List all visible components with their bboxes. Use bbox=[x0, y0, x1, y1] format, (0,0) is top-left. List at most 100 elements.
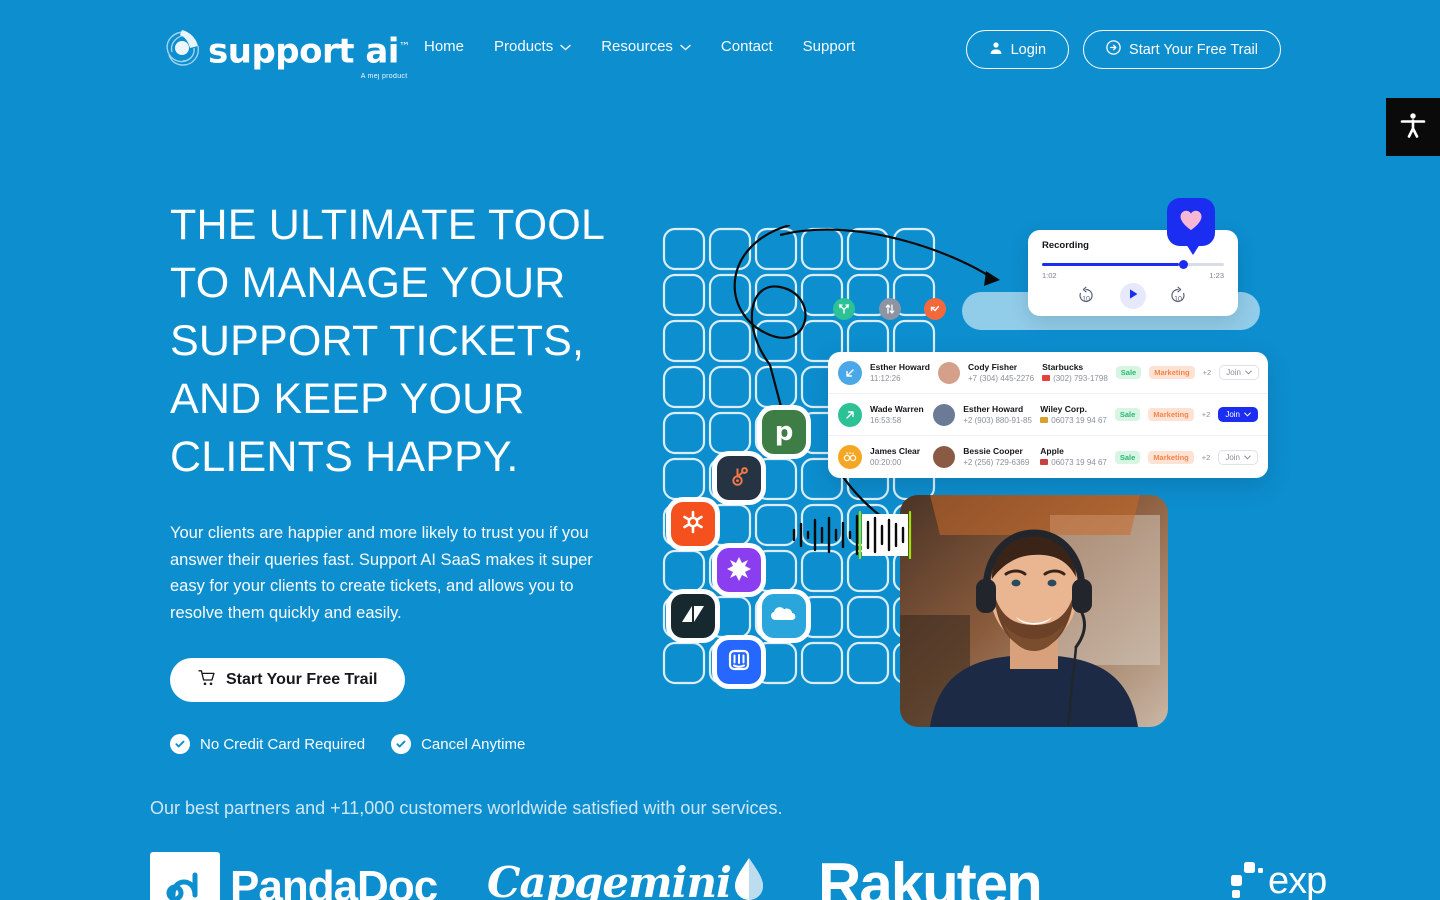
country-flag-icon bbox=[1040, 416, 1049, 423]
avatar bbox=[938, 361, 960, 384]
contact-person-name: Cody Fisher bbox=[968, 361, 1018, 372]
table-row[interactable]: James Clear 00:20:00 Bessie Cooper +2 (2… bbox=[828, 436, 1268, 478]
join-button[interactable]: Join bbox=[1219, 365, 1259, 380]
audio-waveform bbox=[792, 510, 912, 560]
join-label: Join bbox=[1225, 452, 1240, 462]
chevron-down-icon bbox=[680, 38, 691, 55]
contact-agent-name: Wade Warren bbox=[870, 403, 924, 414]
intercom-icon bbox=[727, 648, 751, 677]
assurance-no-credit-card: No Credit Card Required bbox=[170, 734, 365, 754]
logo-wordmark: support ai bbox=[208, 31, 399, 71]
play-icon bbox=[1128, 287, 1139, 305]
play-button[interactable] bbox=[1120, 283, 1146, 309]
capgemini-mark-icon bbox=[727, 854, 771, 900]
assurance-label: Cancel Anytime bbox=[421, 735, 526, 753]
nav-item-home[interactable]: Home bbox=[424, 38, 464, 55]
app-tile-asterisk[interactable] bbox=[671, 502, 715, 546]
app-tile-intercom[interactable] bbox=[717, 640, 761, 684]
shopping-cart-icon bbox=[198, 669, 216, 692]
salesforce-icon bbox=[769, 604, 799, 629]
status-badge: Sale bbox=[1114, 450, 1141, 464]
app-tile-hubspot[interactable] bbox=[717, 456, 761, 500]
contacts-list: Esther Howard 11:12:26 Cody Fisher +7 (3… bbox=[828, 352, 1268, 478]
rakuten-logo: Rakuten bbox=[818, 850, 1043, 900]
contact-person-name: Bessie Cooper bbox=[963, 446, 1023, 456]
partners-caption: Our best partners and +11,000 customers … bbox=[150, 798, 783, 818]
main-navigation: Home Products Resources Contact Support bbox=[424, 38, 855, 55]
contact-company: Wiley Corp. bbox=[1040, 403, 1087, 414]
app-tile-zendesk[interactable] bbox=[671, 594, 715, 638]
nav-label: Products bbox=[494, 38, 554, 55]
check-arrow-icon bbox=[930, 305, 940, 312]
join-button[interactable]: Join bbox=[1218, 407, 1258, 422]
productboard-icon: p bbox=[774, 417, 794, 447]
recording-controls: 10 10 bbox=[1042, 283, 1224, 309]
status-badge: Sale bbox=[1114, 408, 1141, 421]
app-tile-productboard[interactable]: p bbox=[762, 410, 806, 454]
recording-progress-fill bbox=[1042, 263, 1179, 266]
check-circle-icon bbox=[391, 734, 412, 754]
contact-company: Apple bbox=[1040, 446, 1064, 456]
cta-label: Start Your Free Trail bbox=[226, 671, 378, 688]
table-row[interactable]: Wade Warren 16:53:58 Esther Howard +2 (9… bbox=[828, 394, 1268, 436]
nav-item-contact[interactable]: Contact bbox=[721, 38, 773, 55]
heart-icon bbox=[1178, 208, 1204, 237]
start-free-trial-button-hero[interactable]: Start Your Free Trail bbox=[170, 658, 406, 702]
chevron-down-icon bbox=[1244, 453, 1251, 462]
start-free-trial-button-header[interactable]: Start Your Free Trail bbox=[1083, 30, 1281, 69]
forward-10-icon[interactable]: 10 bbox=[1168, 286, 1190, 306]
chevron-down-icon bbox=[1245, 368, 1252, 377]
login-label: Login bbox=[1010, 41, 1047, 58]
contact-company: Starbucks bbox=[1042, 361, 1084, 372]
asterisk-icon bbox=[680, 509, 706, 540]
call-outgoing-icon bbox=[838, 402, 862, 427]
login-button[interactable]: Login bbox=[965, 30, 1070, 69]
more-tags-count: +2 bbox=[1201, 410, 1211, 419]
trial-label: Start Your Free Trail bbox=[1129, 41, 1258, 58]
status-badge: Sale bbox=[1115, 366, 1142, 379]
chevron-down-icon bbox=[560, 38, 571, 55]
accessibility-icon bbox=[1398, 110, 1428, 145]
assurance-label: No Credit Card Required bbox=[200, 735, 366, 753]
pandadoc-mark-icon bbox=[150, 852, 220, 900]
accessibility-widget-button[interactable] bbox=[1386, 98, 1440, 156]
landing-page: support ai™ A mej product Home Products … bbox=[0, 0, 1440, 900]
support-ai-swirl-icon bbox=[160, 26, 204, 70]
assurance-list: No Credit Card Required Cancel Anytime bbox=[170, 734, 640, 754]
svg-text:10: 10 bbox=[1174, 296, 1182, 303]
nav-label: Home bbox=[424, 38, 465, 55]
app-tile-salesforce[interactable] bbox=[762, 594, 806, 638]
transfer-arrow-icon bbox=[885, 304, 895, 314]
contact-company-phone: 06073 19 94 67 bbox=[1051, 415, 1107, 425]
logo-tagline: A mej product bbox=[360, 73, 408, 80]
join-label: Join bbox=[1225, 410, 1240, 419]
arrow-circle-icon bbox=[1106, 40, 1121, 59]
avatar bbox=[933, 446, 956, 468]
status-badge: Marketing bbox=[1149, 366, 1195, 379]
status-dot-transfer[interactable] bbox=[879, 298, 901, 320]
pandadoc-wordmark: PandaDoc bbox=[230, 862, 438, 900]
call-incoming-icon bbox=[838, 360, 862, 385]
app-tile-starburst[interactable] bbox=[717, 548, 761, 592]
nav-item-support[interactable]: Support bbox=[803, 38, 856, 55]
status-dot-answered[interactable] bbox=[924, 298, 946, 320]
nav-item-products[interactable]: Products bbox=[494, 38, 571, 55]
site-logo[interactable]: support ai™ A mej product bbox=[160, 26, 410, 80]
user-icon bbox=[989, 41, 1003, 59]
recording-total-time: 1:23 bbox=[1209, 271, 1224, 280]
contact-company-phone: 06073 19 94 67 bbox=[1051, 458, 1107, 467]
avatar bbox=[933, 403, 956, 426]
partner-logos: PandaDoc Capgemini Rakuten exp bbox=[150, 850, 1330, 900]
chevron-down-icon bbox=[1244, 410, 1251, 419]
contact-person-name: Esther Howard bbox=[963, 403, 1024, 414]
nav-label: Support bbox=[802, 38, 856, 55]
rewind-10-icon[interactable]: 10 bbox=[1076, 286, 1098, 306]
status-dot-split[interactable] bbox=[833, 298, 855, 320]
table-row[interactable]: Esther Howard 11:12:26 Cody Fisher +7 (3… bbox=[828, 352, 1268, 394]
recording-progress-bar[interactable] bbox=[1042, 260, 1224, 269]
assurance-cancel-anytime: Cancel Anytime bbox=[391, 734, 525, 754]
nav-item-resources[interactable]: Resources bbox=[601, 38, 691, 55]
join-button[interactable]: Join bbox=[1218, 449, 1258, 465]
recording-progress-knob[interactable] bbox=[1178, 260, 1188, 269]
zendesk-icon bbox=[680, 602, 706, 631]
